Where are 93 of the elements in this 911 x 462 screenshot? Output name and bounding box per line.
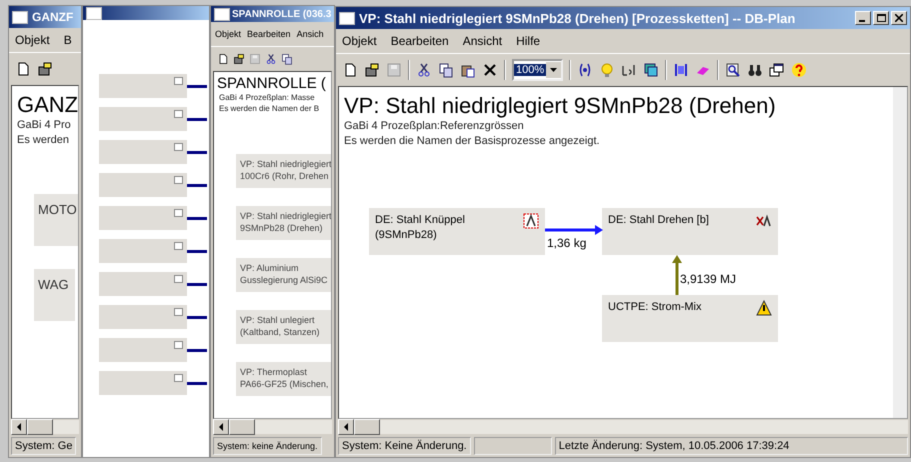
info-text: GaBi 4 Prozeßplan: Masse — [219, 92, 316, 103]
vertical-scrollbar[interactable] — [893, 87, 907, 418]
process-node[interactable] — [99, 371, 187, 395]
status-text: System: keine Änderung. — [213, 437, 322, 455]
info-text: GaBi 4 Pro — [17, 118, 72, 133]
flow-label: 1,36 kg — [547, 236, 586, 250]
left-arrow-icon — [218, 423, 224, 431]
maximize-button[interactable] — [873, 11, 889, 25]
scroll-thumb[interactable] — [229, 419, 255, 435]
dropdown-arrow-icon — [550, 68, 558, 72]
node-icon — [174, 176, 183, 184]
help-icon[interactable] — [791, 62, 808, 78]
node-icon — [174, 308, 183, 316]
info-text: Es werden die Namen der Basisprozesse angezeigt. — [344, 134, 601, 149]
search-icon[interactable] — [725, 62, 742, 78]
scroll-left-button[interactable] — [338, 419, 354, 435]
window-title: GANZF — [32, 10, 74, 24]
node-icon — [174, 275, 183, 283]
open-icon[interactable] — [233, 53, 245, 65]
flow-label: 3,9139 MJ — [680, 272, 736, 286]
close-icon — [895, 14, 903, 22]
status-text: Letzte Änderung: System, 10.05.2006 17:39:24 — [554, 437, 908, 455]
process-node[interactable]: MOTO — [34, 194, 78, 246]
node-icon — [174, 374, 183, 382]
open-icon[interactable] — [37, 61, 53, 77]
process-node[interactable] — [99, 272, 187, 296]
node-icon — [174, 209, 183, 217]
close-button[interactable] — [891, 11, 907, 25]
cascade-windows-icon[interactable] — [769, 62, 786, 78]
menu-item[interactable]: Hilfe — [516, 34, 540, 48]
info-text: GaBi 4 Prozeßplan:Referenzgrössen — [344, 119, 525, 134]
open-icon[interactable] — [364, 62, 380, 78]
diagram-title: GANZ — [17, 92, 78, 118]
app-icon — [214, 8, 230, 20]
cut-icon[interactable] — [416, 62, 432, 78]
window-title: SPANNROLLE (036.3 — [232, 8, 332, 20]
maximize-icon — [876, 14, 886, 22]
delete-icon[interactable] — [482, 62, 498, 78]
scroll-thumb[interactable] — [354, 419, 380, 435]
crossed-icon — [756, 213, 772, 229]
cut-icon[interactable] — [265, 53, 277, 65]
diagram-title: SPANNROLLE ( — [217, 75, 327, 92]
node-icon — [174, 77, 183, 85]
binoculars-icon[interactable] — [747, 62, 764, 78]
scroll-thumb[interactable] — [27, 419, 53, 435]
menu-item[interactable]: Objekt — [15, 33, 50, 47]
process-node[interactable]: VP: Aluminium Gusslegierung AlSi9C — [236, 258, 331, 292]
process-node[interactable] — [99, 107, 187, 131]
windows-icon[interactable] — [643, 62, 660, 78]
app-icon — [12, 10, 28, 24]
process-node[interactable]: VP: Stahl unlegiert (Kaltband, Stanzen) — [236, 310, 331, 344]
process-node[interactable] — [99, 173, 187, 197]
menu-item[interactable]: Objekt — [215, 29, 242, 39]
window-title: VP: Stahl niedriglegiert 9SMnPb28 (Drehen) [Prozessketten] -- DB-Plan — [359, 10, 796, 26]
copy-icon[interactable] — [281, 53, 293, 65]
menu-item[interactable]: Ansicht — [462, 34, 502, 48]
process-node[interactable]: DE: Stahl Drehen [b] — [602, 208, 778, 255]
process-node[interactable]: UCTPE: Strom-Mix — [602, 295, 778, 342]
app-icon — [339, 12, 355, 24]
process-node[interactable]: WAG — [34, 269, 75, 321]
menu-item[interactable]: Bearbeiten — [247, 29, 291, 39]
node-icon — [174, 242, 183, 250]
menu-item[interactable]: Ansich — [296, 29, 324, 39]
zoom-dropdown[interactable]: 100% — [512, 59, 564, 81]
status-text: System: Ge — [11, 437, 76, 455]
left-arrow-icon — [343, 423, 349, 431]
process-icon — [523, 213, 539, 229]
status-text: System: Keine Änderung. — [338, 437, 471, 455]
process-node[interactable] — [99, 239, 187, 263]
scroll-left-button[interactable] — [213, 419, 229, 435]
process-node[interactable] — [99, 74, 187, 98]
menu-item[interactable]: B — [64, 33, 72, 47]
process-node[interactable]: DE: Stahl Knüppel (9SMnPb28) — [369, 208, 545, 255]
node-icon — [174, 143, 183, 151]
diagram-title: VP: Stahl niedriglegiert 9SMnPb28 (Drehen) — [344, 93, 777, 119]
menu-item[interactable]: Objekt — [342, 34, 377, 48]
left-arrow-icon — [16, 423, 22, 431]
process-node[interactable] — [99, 305, 187, 329]
node-icon — [174, 110, 183, 118]
scroll-left-button[interactable] — [11, 419, 27, 435]
bulb-icon[interactable] — [599, 62, 616, 78]
menu-item[interactable]: Bearbeiten — [390, 34, 449, 48]
copy-icon[interactable] — [438, 62, 454, 78]
minimize-button[interactable] — [855, 11, 871, 25]
process-node[interactable] — [99, 206, 187, 230]
info-text: Es werden die Namen der B — [219, 103, 320, 114]
info-text: Es werden — [17, 133, 70, 148]
process-node[interactable] — [99, 338, 187, 362]
process-node[interactable] — [99, 140, 187, 164]
process-node[interactable]: VP: Thermoplast PA66-GF25 (Mischen, — [236, 362, 331, 396]
node-icon — [174, 341, 183, 349]
new-icon[interactable] — [217, 53, 229, 65]
warning-icon — [756, 300, 772, 316]
